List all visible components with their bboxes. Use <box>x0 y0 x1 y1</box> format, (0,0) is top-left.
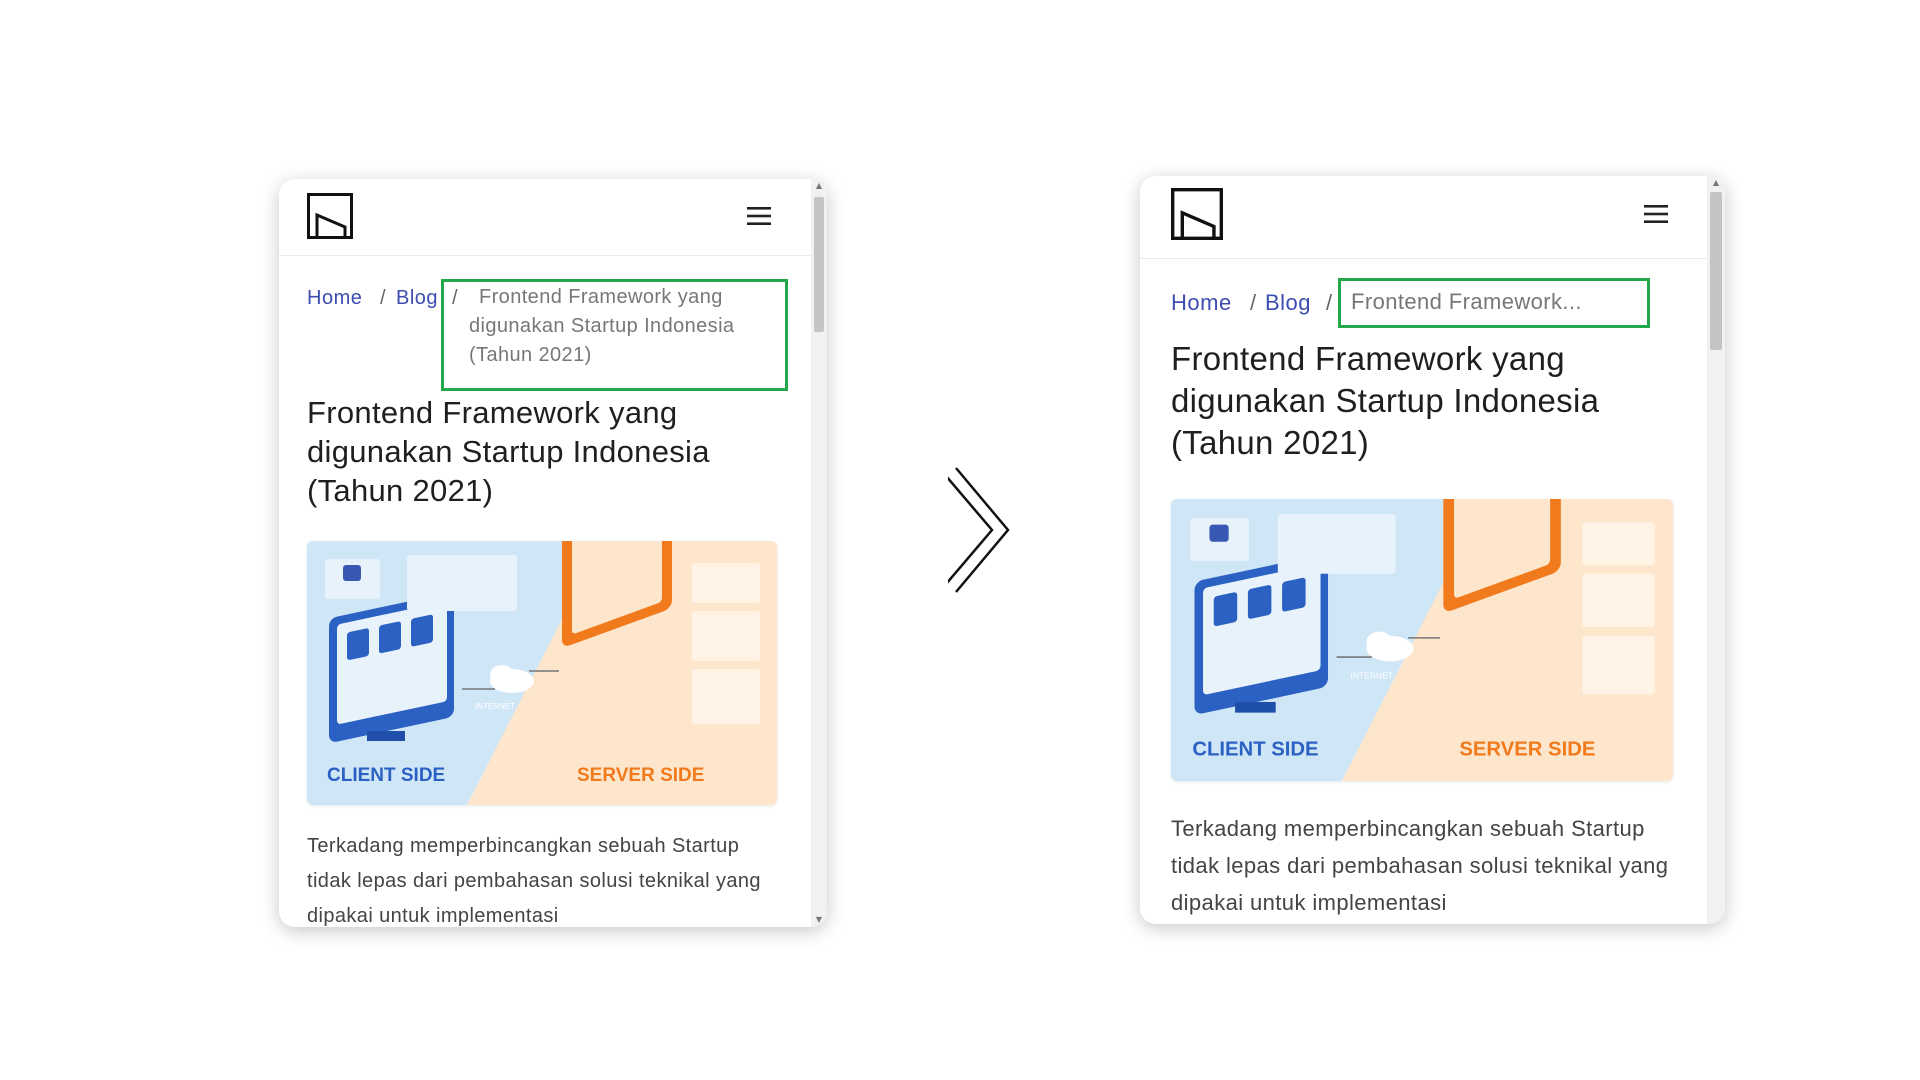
page-title: Frontend Framework yang digunakan Startu… <box>307 395 710 508</box>
article-intro: Terkadang memperbincangkan sebuah Startu… <box>1171 816 1669 915</box>
server-side-label: SERVER SIDE <box>1459 738 1595 760</box>
breadcrumb-separator: / <box>380 287 386 309</box>
breadcrumb-blog-link[interactable]: Blog <box>1265 290 1311 316</box>
hero-image: CLIENT SIDE SERVER SIDE INTERNET <box>307 541 777 805</box>
scrollbar-thumb[interactable] <box>1710 192 1722 350</box>
breadcrumb-current: Frontend Framework... <box>1351 289 1582 314</box>
hamburger-menu-icon[interactable] <box>747 206 771 226</box>
highlight-box <box>441 279 788 391</box>
internet-label: INTERNET <box>475 702 515 711</box>
scroll-down-icon[interactable]: ▼ <box>811 915 827 925</box>
scroll-up-icon[interactable]: ▲ <box>1707 178 1725 188</box>
scrollbar[interactable]: ▲ <box>1707 176 1725 924</box>
site-header <box>279 179 827 256</box>
phone-before: Home / Blog / Frontend Framework yang di… <box>279 179 827 927</box>
site-header <box>1140 176 1725 259</box>
internet-label: INTERNET <box>1350 670 1393 680</box>
article-intro: Terkadang memperbincangkan sebuah Startu… <box>307 835 761 927</box>
breadcrumb-blog-link[interactable]: Blog <box>396 287 438 310</box>
phone-after: Home / Blog / Frontend Framework... Fron… <box>1140 176 1725 924</box>
client-side-label: CLIENT SIDE <box>327 765 445 786</box>
breadcrumb-home-link[interactable]: Home <box>307 287 362 310</box>
breadcrumb-separator: / <box>1250 290 1257 315</box>
client-side-label: CLIENT SIDE <box>1192 738 1318 760</box>
logo-icon[interactable] <box>1171 188 1223 240</box>
scrollbar[interactable]: ▲ ▼ <box>811 179 827 927</box>
scroll-up-icon[interactable]: ▲ <box>811 181 827 191</box>
server-side-label: SERVER SIDE <box>577 765 704 786</box>
hero-image: CLIENT SIDE SERVER SIDE INTERNET <box>1171 499 1673 781</box>
logo-icon[interactable] <box>307 193 353 239</box>
hamburger-menu-icon[interactable] <box>1644 204 1668 224</box>
page-title: Frontend Framework yang digunakan Startu… <box>1171 340 1600 461</box>
breadcrumb-separator: / <box>1326 290 1333 315</box>
scrollbar-thumb[interactable] <box>814 197 824 332</box>
breadcrumb-home-link[interactable]: Home <box>1171 290 1232 316</box>
double-chevron-right-icon <box>945 466 1018 594</box>
